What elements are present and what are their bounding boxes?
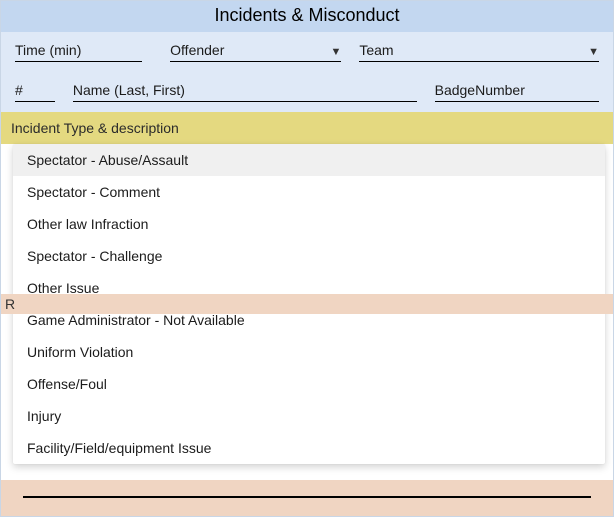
- incident-type-header: Incident Type & description: [1, 112, 613, 144]
- time-field[interactable]: Time (min): [15, 42, 142, 62]
- time-label: Time (min): [15, 42, 81, 58]
- team-label: Team: [359, 42, 393, 58]
- report-section: [1, 480, 613, 516]
- number-field[interactable]: #: [15, 82, 55, 102]
- chevron-down-icon: ▼: [588, 46, 599, 58]
- team-select[interactable]: Team ▼: [359, 42, 599, 62]
- badge-field[interactable]: BadgeNumber: [435, 82, 599, 102]
- chevron-down-icon: ▼: [330, 46, 341, 58]
- offender-select[interactable]: Offender ▼: [170, 42, 341, 62]
- row-2: # Name (Last, First) BadgeNumber: [1, 72, 613, 112]
- peeking-row-label: R: [5, 296, 15, 312]
- name-field[interactable]: Name (Last, First): [73, 82, 417, 102]
- offender-label: Offender: [170, 42, 224, 58]
- number-label: #: [15, 82, 23, 98]
- dropdown-item[interactable]: Injury: [13, 400, 605, 432]
- badge-label: BadgeNumber: [435, 82, 525, 98]
- dropdown-item[interactable]: Other law Infraction: [13, 208, 605, 240]
- title-bar: Incidents & Misconduct: [1, 1, 613, 32]
- dropdown-item[interactable]: Spectator - Comment: [13, 176, 605, 208]
- dropdown-item[interactable]: Spectator - Abuse/Assault: [13, 144, 605, 176]
- dropdown-item[interactable]: Offense/Foul: [13, 368, 605, 400]
- incidents-form: Incidents & Misconduct Time (min) Offend…: [0, 0, 614, 517]
- row-1: Time (min) Offender ▼ Team ▼: [1, 32, 613, 72]
- dropdown-item[interactable]: Facility/Field/equipment Issue: [13, 432, 605, 464]
- dropdown-item[interactable]: Uniform Violation: [13, 336, 605, 368]
- name-label: Name (Last, First): [73, 82, 185, 98]
- report-text-line[interactable]: [23, 496, 591, 498]
- dropdown-item[interactable]: Spectator - Challenge: [13, 240, 605, 272]
